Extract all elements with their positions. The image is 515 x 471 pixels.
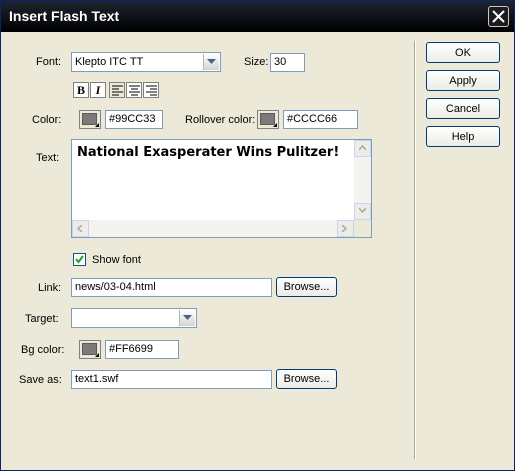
align-right-button[interactable] bbox=[143, 82, 159, 98]
chevron-right-icon bbox=[342, 225, 347, 232]
scroll-up-button[interactable] bbox=[354, 140, 371, 157]
text-area-content: National Exasperater Wins Pulitzer! bbox=[77, 145, 340, 160]
bg-color-input[interactable]: #FF6699 bbox=[105, 340, 179, 359]
align-left-button[interactable] bbox=[109, 82, 125, 98]
title-bar[interactable]: Insert Flash Text bbox=[1, 1, 514, 32]
show-font-label: Show font bbox=[92, 254, 141, 266]
scroll-left-button[interactable] bbox=[72, 220, 89, 237]
text-label: Text: bbox=[36, 152, 60, 164]
vertical-scrollbar[interactable] bbox=[354, 140, 371, 220]
chevron-up-icon bbox=[359, 145, 366, 150]
chevron-down-icon bbox=[359, 208, 366, 213]
size-input[interactable]: 30 bbox=[270, 53, 305, 72]
align-center-button[interactable] bbox=[126, 82, 142, 98]
help-label: Help bbox=[451, 130, 475, 143]
text-area[interactable]: National Exasperater Wins Pulitzer! bbox=[71, 139, 372, 238]
color-picker[interactable] bbox=[79, 110, 101, 129]
scroll-down-button[interactable] bbox=[354, 203, 371, 220]
bold-button[interactable]: B bbox=[73, 82, 89, 98]
dropdown-triangle-icon bbox=[95, 123, 99, 127]
apply-label: Apply bbox=[449, 74, 477, 87]
italic-button[interactable]: I bbox=[90, 82, 106, 98]
save-as-label: Save as: bbox=[19, 374, 62, 386]
align-right-icon bbox=[146, 85, 157, 96]
font-value: Klepto ITC TT bbox=[75, 56, 144, 68]
chevron-down-icon bbox=[183, 315, 192, 320]
dropdown-triangle-icon bbox=[95, 353, 99, 357]
rollover-color-label: Rollover color: bbox=[185, 114, 256, 126]
font-dropdown-arrow[interactable] bbox=[203, 54, 219, 70]
link-browse-label: Browse... bbox=[283, 281, 330, 293]
show-font-checkbox[interactable] bbox=[73, 253, 86, 266]
vertical-separator bbox=[414, 41, 416, 459]
horizontal-scrollbar[interactable] bbox=[72, 220, 354, 237]
close-icon bbox=[492, 10, 505, 23]
close-button[interactable] bbox=[488, 6, 509, 27]
save-as-browse-button[interactable]: Browse... bbox=[276, 369, 337, 389]
dropdown-triangle-icon bbox=[273, 123, 277, 127]
align-left-icon bbox=[112, 85, 123, 96]
checkmark-icon bbox=[75, 255, 84, 264]
chevron-down-icon bbox=[207, 59, 216, 64]
bg-color-picker[interactable] bbox=[79, 340, 101, 359]
apply-button[interactable]: Apply bbox=[426, 70, 500, 91]
rollover-color-picker[interactable] bbox=[257, 110, 279, 129]
chevron-left-icon bbox=[77, 225, 82, 232]
scroll-right-button[interactable] bbox=[337, 220, 354, 237]
cancel-button[interactable]: Cancel bbox=[426, 98, 500, 119]
cancel-label: Cancel bbox=[445, 102, 481, 115]
ok-button[interactable]: OK bbox=[426, 42, 500, 63]
target-dropdown-arrow[interactable] bbox=[179, 310, 195, 326]
rollover-color-input[interactable]: #CCCC66 bbox=[283, 110, 358, 129]
link-label: Link: bbox=[38, 282, 62, 294]
link-browse-button[interactable]: Browse... bbox=[276, 277, 337, 297]
save-as-browse-label: Browse... bbox=[283, 373, 330, 385]
align-center-icon bbox=[129, 85, 140, 96]
color-input[interactable]: #99CC33 bbox=[105, 110, 163, 129]
ok-label: OK bbox=[455, 46, 471, 59]
insert-flash-text-dialog: Insert Flash Text Font: Klepto ITC TT Si… bbox=[0, 0, 515, 471]
scrollbar-corner bbox=[354, 220, 371, 237]
target-dropdown[interactable] bbox=[71, 308, 197, 328]
italic-icon: I bbox=[95, 83, 101, 97]
dialog-title: Insert Flash Text bbox=[9, 8, 120, 24]
bg-color-label: Bg color: bbox=[21, 344, 65, 356]
link-input[interactable]: news/03-04.html bbox=[71, 278, 272, 297]
save-as-input[interactable]: text1.swf bbox=[71, 370, 272, 389]
size-label: Size: bbox=[244, 56, 269, 68]
help-button[interactable]: Help bbox=[426, 126, 500, 147]
color-label: Color: bbox=[32, 114, 62, 126]
target-label: Target: bbox=[25, 313, 59, 325]
bold-icon: B bbox=[76, 83, 85, 97]
font-dropdown[interactable]: Klepto ITC TT bbox=[71, 52, 221, 72]
font-label: Font: bbox=[36, 56, 62, 68]
